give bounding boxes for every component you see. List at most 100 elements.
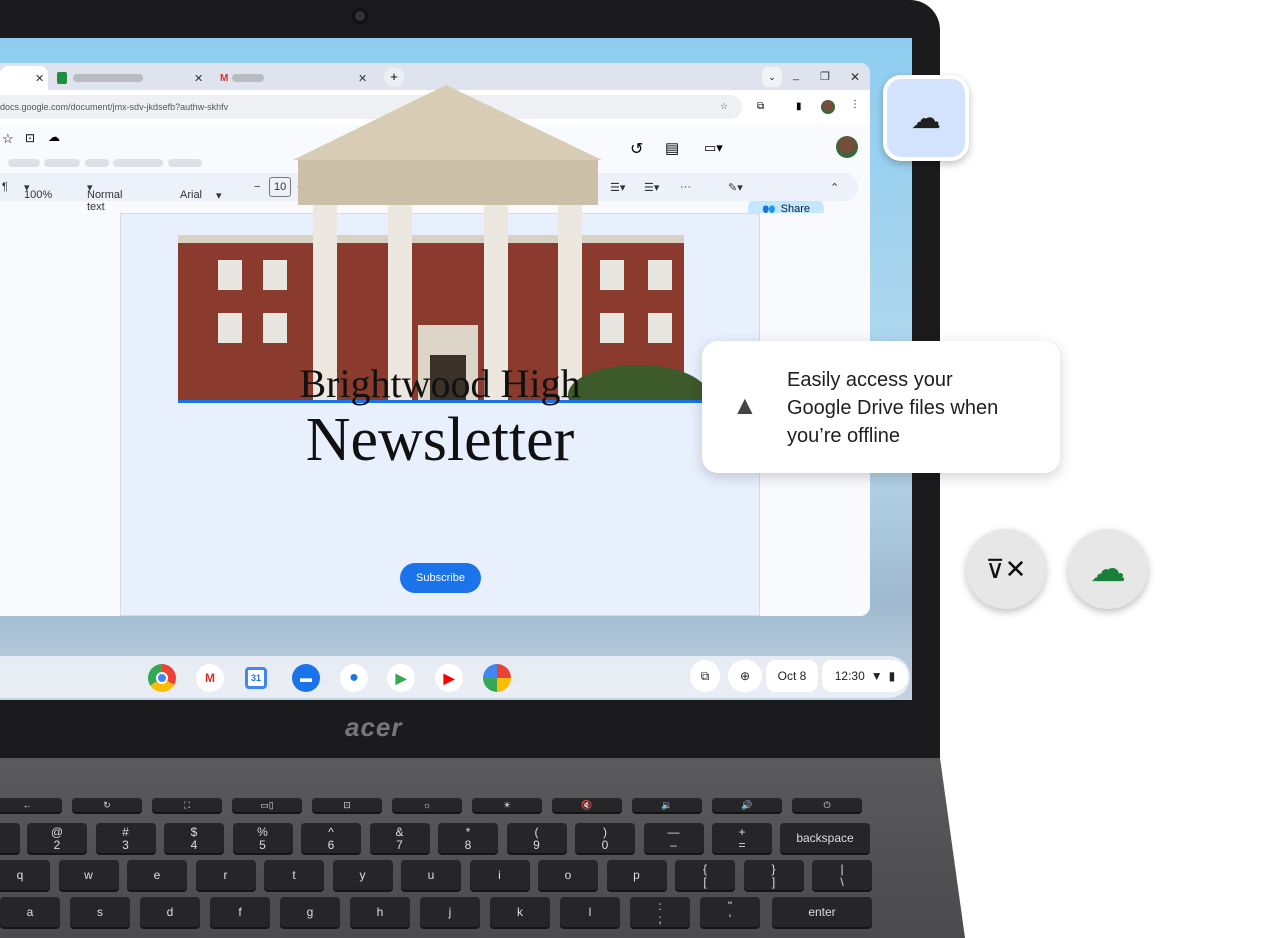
key[interactable]: #3 <box>95 823 156 853</box>
key[interactable]: :; <box>630 897 690 927</box>
key[interactable]: backspace <box>780 823 870 853</box>
key[interactable]: ) 0 <box>575 823 635 853</box>
function-key[interactable]: 🔉 <box>632 798 702 812</box>
key[interactable]: + = <box>712 823 772 853</box>
function-key[interactable]: ⊡ <box>312 798 382 812</box>
holding-space-icon[interactable]: ⧉ <box>690 660 720 692</box>
wifi-off-icon: ⊽✕ <box>985 553 1027 584</box>
key[interactable]: $4 <box>164 823 224 853</box>
cloud-done-badge: ☁ <box>1068 529 1148 609</box>
user-avatar[interactable] <box>836 136 858 158</box>
close-window-button[interactable]: ✕ <box>850 70 860 84</box>
quick-insert-icon[interactable]: ⊕ <box>728 660 762 692</box>
key[interactable]: ^ 6 <box>301 823 361 853</box>
minimize-button[interactable]: _ <box>793 69 799 81</box>
key[interactable]: k <box>490 897 550 927</box>
key[interactable]: d <box>140 897 200 927</box>
wifi-off-badge: ⊽✕ <box>966 529 1046 609</box>
key[interactable]: e <box>127 860 187 890</box>
collapse-icon[interactable]: ⌃ <box>830 181 839 194</box>
date-tray[interactable]: Oct 8 <box>766 660 818 692</box>
key[interactable]: p <box>606 860 667 890</box>
key[interactable]: @2 <box>27 823 87 853</box>
key[interactable] <box>0 823 20 853</box>
battery-icon: ▮ <box>888 669 896 683</box>
messages-icon[interactable]: ● <box>340 664 368 692</box>
key[interactable]: {[ <box>675 860 735 890</box>
key[interactable]: y <box>332 860 393 890</box>
chrome-icon[interactable] <box>148 664 176 692</box>
key[interactable]: u <box>401 860 461 890</box>
key[interactable]: " ' <box>700 897 760 927</box>
zoom-select[interactable]: 100% ▾ <box>24 181 52 201</box>
webcam <box>352 8 368 24</box>
cloud-sync-icon: ☁ <box>911 101 941 135</box>
callout-text: Easily access your Google Drive files wh… <box>787 369 999 447</box>
key[interactable]: w <box>58 860 119 890</box>
function-key[interactable]: ← <box>0 798 62 812</box>
newsletter-title-line1: Brightwood High <box>299 361 581 406</box>
key[interactable]: enter <box>772 897 872 927</box>
bookmark-star-icon[interactable]: ☆ <box>720 101 728 112</box>
photos-icon[interactable] <box>483 664 511 692</box>
extensions-icon[interactable]: ⧉ <box>757 101 764 112</box>
key[interactable]: a <box>0 897 60 927</box>
key[interactable]: t <box>264 860 324 890</box>
gmail-app-icon[interactable]: M <box>196 664 224 692</box>
drive-offline-icon: ▲ <box>732 390 758 420</box>
key[interactable]: h <box>350 897 410 927</box>
status-tray[interactable]: 12:30 ▼ ▮ <box>822 660 908 692</box>
tab-search-button[interactable]: ⌄ <box>762 67 782 87</box>
key[interactable]: o <box>538 860 598 890</box>
key[interactable]: | \ <box>812 860 872 890</box>
clock: 12:30 <box>834 669 865 683</box>
key[interactable]: l <box>560 897 620 927</box>
key[interactable]: j <box>420 897 480 927</box>
school-building-image <box>178 85 702 403</box>
key[interactable]: & 7 <box>369 823 430 853</box>
files-icon[interactable]: ▬ <box>292 664 320 692</box>
key[interactable]: s <box>70 897 130 927</box>
maximize-button[interactable]: ❐ <box>820 70 830 83</box>
shelf: M 31 ▬ ● ▶ ▶ ⧉ ⊕ Oct 8 12:30 ▼ ▮ <box>0 656 910 698</box>
editing-mode-icon[interactable]: ✎▾ <box>728 181 743 194</box>
tab-docs[interactable]: ✕ <box>0 66 48 90</box>
function-key[interactable]: 🔊 <box>712 798 782 812</box>
function-key[interactable]: ☀ <box>472 798 542 812</box>
play-store-icon[interactable]: ▶ <box>387 664 415 692</box>
key[interactable]: q <box>0 860 50 890</box>
sheets-icon <box>57 72 67 84</box>
function-key[interactable]: ⛶ <box>152 798 222 812</box>
close-tab-icon[interactable]: ✕ <box>358 72 367 85</box>
key[interactable]: — – <box>643 823 704 853</box>
subscribe-button[interactable]: Subscribe <box>400 563 481 593</box>
profile-avatar[interactable] <box>821 100 835 114</box>
cloud-status-icon[interactable]: ☁ <box>48 130 60 144</box>
newsletter-title-line2: Newsletter <box>305 406 575 474</box>
key[interactable]: i <box>469 860 530 890</box>
youtube-icon[interactable]: ▶ <box>435 664 463 692</box>
star-icon[interactable]: ☆ <box>2 131 14 147</box>
close-tab-icon[interactable]: ✕ <box>35 72 44 85</box>
key[interactable]: }] <box>743 860 804 890</box>
function-key[interactable]: ▭▯ <box>232 798 302 812</box>
key[interactable]: * 8 <box>438 823 498 853</box>
function-key[interactable]: ☼ <box>392 798 462 812</box>
calendar-icon[interactable]: 31 <box>245 667 267 689</box>
function-key[interactable]: ↻ <box>72 798 142 812</box>
move-folder-icon[interactable]: ⊡ <box>25 131 35 145</box>
menu-icon[interactable]: ⋮ <box>850 99 860 110</box>
key[interactable]: r <box>195 860 256 890</box>
function-key[interactable]: 🔇 <box>552 798 622 812</box>
style-select[interactable]: Normal text ▾ <box>87 181 122 213</box>
key[interactable]: (9 <box>506 823 567 853</box>
function-key[interactable]: ⏻ <box>792 798 862 812</box>
paint-format-icon[interactable]: ¶ <box>2 181 8 193</box>
key[interactable]: g <box>280 897 340 927</box>
meet-icon[interactable]: ▭▾ <box>704 140 723 156</box>
close-tab-icon[interactable]: ✕ <box>194 72 203 85</box>
side-panel-icon[interactable]: ▮ <box>796 101 802 112</box>
new-tab-button[interactable]: + <box>384 67 404 87</box>
key[interactable]: f <box>210 897 270 927</box>
key[interactable]: % 5 <box>232 823 293 853</box>
